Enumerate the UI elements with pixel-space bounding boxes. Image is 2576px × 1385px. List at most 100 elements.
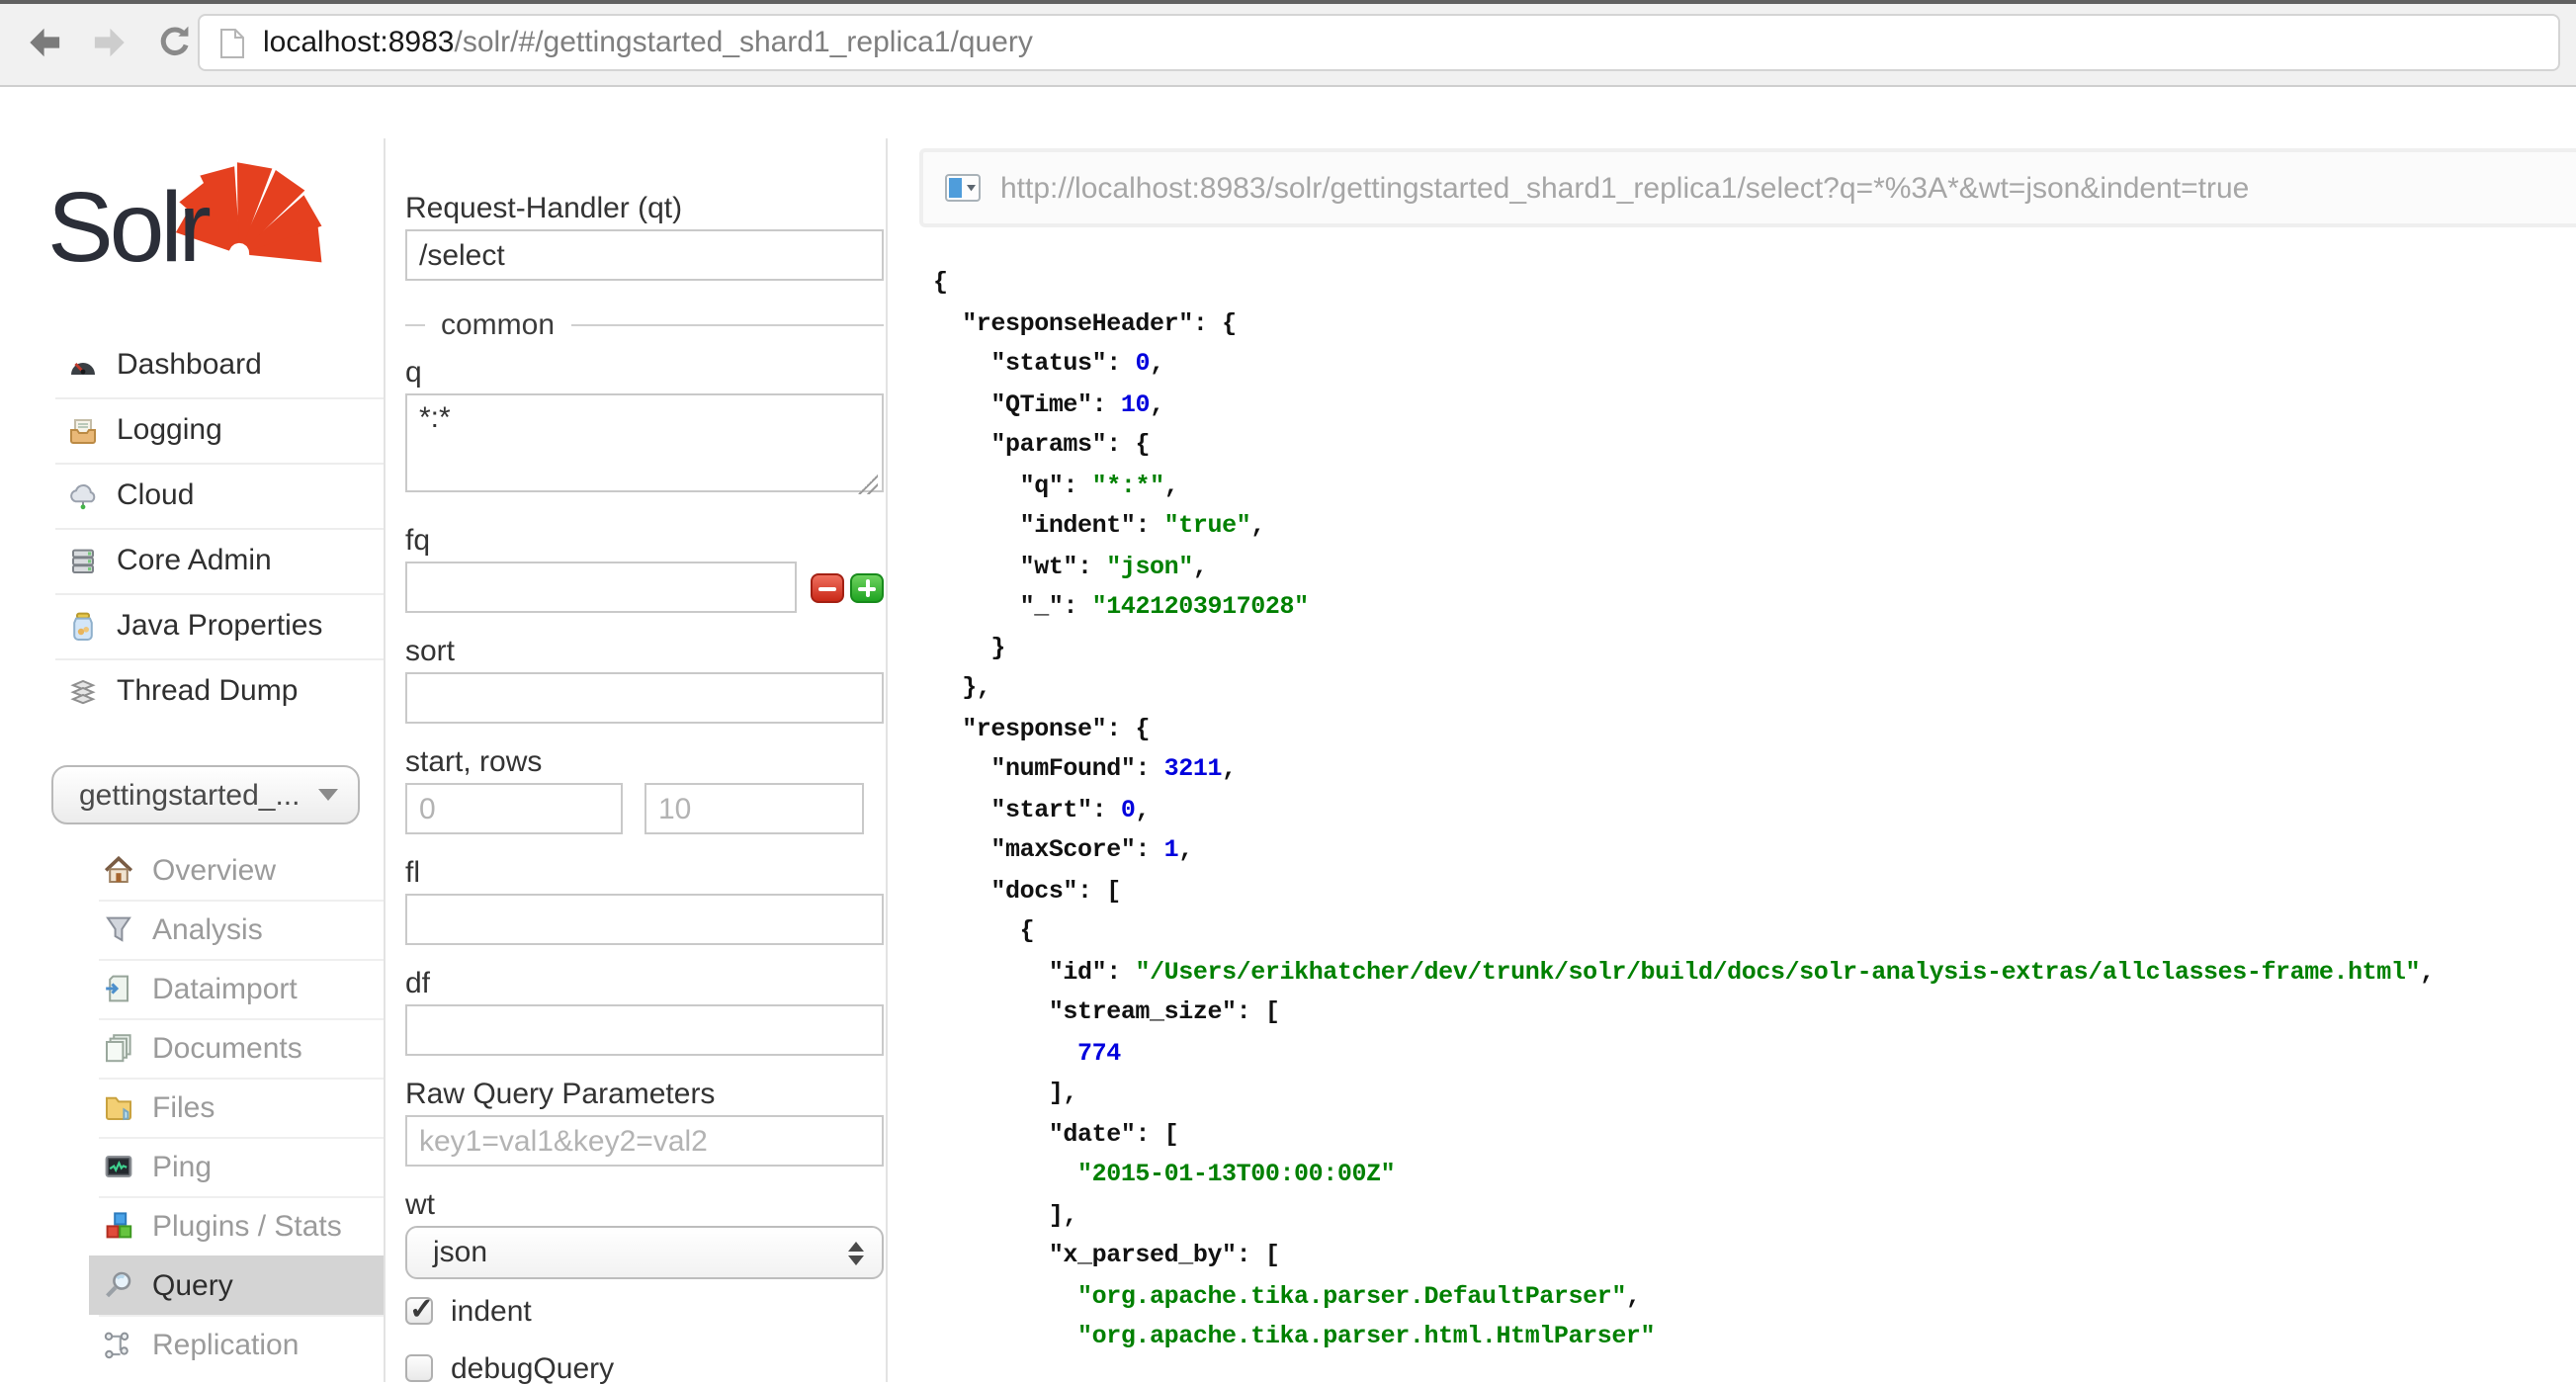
add-fq-button[interactable] bbox=[850, 572, 884, 602]
df-label: df bbox=[405, 967, 884, 998]
start-input[interactable] bbox=[405, 783, 623, 834]
sidebar-item-plugins-stats[interactable]: Plugins / Stats bbox=[0, 1196, 384, 1255]
indent-checkbox[interactable] bbox=[405, 1297, 433, 1325]
solr-admin-window: localhost:8983/solr/#/gettingstarted_sha… bbox=[0, 0, 2576, 1382]
sidebar-item-documents[interactable]: Documents bbox=[0, 1018, 384, 1078]
java-properties-icon bbox=[67, 610, 99, 642]
fq-input[interactable] bbox=[405, 562, 797, 613]
sidebar-item-label: Dashboard bbox=[117, 348, 262, 382]
sidebar: Solr Dashboard Logging Cloud Core Admin Java… bbox=[0, 87, 384, 1382]
sidebar-item-label: Overview bbox=[152, 853, 276, 887]
sidebar-item-cloud[interactable]: Cloud bbox=[0, 463, 384, 528]
sidebar-item-label: Ping bbox=[152, 1150, 212, 1183]
core-selector-dropdown[interactable]: gettingstarted_... bbox=[51, 765, 360, 824]
json-line: "docs": [ bbox=[933, 871, 2576, 911]
core-selector-value: gettingstarted_... bbox=[79, 778, 318, 812]
common-section-legend: common bbox=[405, 308, 884, 340]
indent-label: indent bbox=[451, 1294, 532, 1328]
raw-query-parameters-label: Raw Query Parameters bbox=[405, 1078, 884, 1109]
json-line: "2015-01-13T00:00:00Z" bbox=[933, 1155, 2576, 1195]
q-input[interactable]: *:* bbox=[405, 393, 884, 492]
browser-reload-icon[interactable] bbox=[154, 22, 196, 63]
sidebar-item-query[interactable]: Query bbox=[89, 1255, 384, 1315]
browser-address-bar[interactable]: localhost:8983/solr/#/gettingstarted_sha… bbox=[198, 14, 2560, 71]
solr-logo[interactable]: Solr bbox=[47, 154, 344, 304]
wt-selected-value: json bbox=[433, 1236, 848, 1269]
ping-icon bbox=[103, 1151, 134, 1182]
fq-label: fq bbox=[405, 524, 884, 556]
request-url-icon bbox=[945, 174, 981, 202]
sidebar-item-java-properties[interactable]: Java Properties bbox=[0, 593, 384, 658]
core-admin-icon bbox=[67, 545, 99, 576]
json-line: "_": "1421203917028" bbox=[933, 587, 2576, 628]
files-icon bbox=[103, 1091, 134, 1123]
sidebar-item-thread-dump[interactable]: Thread Dump bbox=[0, 658, 384, 724]
cloud-icon bbox=[67, 479, 99, 511]
json-line: { bbox=[933, 911, 2576, 952]
json-line: "QTime": 10, bbox=[933, 385, 2576, 425]
sidebar-item-label: Analysis bbox=[152, 912, 263, 946]
json-line: 774 bbox=[933, 1033, 2576, 1074]
select-spinner-icon bbox=[848, 1241, 864, 1264]
sort-input[interactable] bbox=[405, 672, 884, 724]
request-url-bar[interactable]: http://localhost:8983/solr/gettingstarte… bbox=[919, 148, 2576, 227]
debug-query-checkbox[interactable] bbox=[405, 1354, 433, 1382]
sidebar-item-label: Logging bbox=[117, 413, 222, 447]
request-url-link[interactable]: http://localhost:8983/solr/gettingstarte… bbox=[1000, 171, 2249, 205]
raw-query-parameters-input[interactable] bbox=[405, 1115, 884, 1167]
sidebar-item-label: Plugins / Stats bbox=[152, 1209, 342, 1243]
browser-chrome: localhost:8983/solr/#/gettingstarted_sha… bbox=[0, 0, 2576, 87]
json-line: "org.apache.tika.parser.DefaultParser", bbox=[933, 1276, 2576, 1317]
replication-icon bbox=[103, 1329, 134, 1360]
request-handler-label: Request-Handler (qt) bbox=[405, 192, 884, 223]
sidebar-item-dataimport[interactable]: Dataimport bbox=[0, 959, 384, 1018]
json-line: "numFound": 3211, bbox=[933, 749, 2576, 790]
url-path: /solr/#/gettingstarted_shard1_replica1/q… bbox=[455, 26, 1033, 59]
json-line: } bbox=[933, 628, 2576, 668]
url-host: localhost:8983 bbox=[263, 26, 455, 59]
sidebar-item-overview[interactable]: Overview bbox=[0, 840, 384, 900]
core-nav: Overview Analysis Dataimport Documents Files… bbox=[0, 840, 384, 1374]
dashboard-icon bbox=[67, 349, 99, 381]
fl-input[interactable] bbox=[405, 894, 884, 945]
json-line: ], bbox=[933, 1195, 2576, 1236]
sidebar-item-label: Query bbox=[152, 1268, 233, 1302]
sidebar-item-core-admin[interactable]: Core Admin bbox=[0, 528, 384, 593]
response-panel: http://localhost:8983/solr/gettingstarte… bbox=[888, 87, 2576, 1382]
wt-select[interactable]: json bbox=[405, 1226, 884, 1279]
json-line: { bbox=[933, 263, 2576, 303]
json-line: "wt": "json", bbox=[933, 547, 2576, 587]
sidebar-item-replication[interactable]: Replication bbox=[0, 1315, 384, 1374]
page-icon bbox=[219, 27, 245, 58]
json-line: "id": "/Users/erikhatcher/dev/trunk/solr… bbox=[933, 952, 2576, 993]
json-line: "status": 0, bbox=[933, 344, 2576, 385]
sidebar-item-dashboard[interactable]: Dashboard bbox=[0, 332, 384, 397]
dataimport-icon bbox=[103, 973, 134, 1004]
sidebar-item-label: Dataimport bbox=[152, 972, 298, 1005]
browser-back-icon[interactable] bbox=[24, 22, 65, 63]
query-icon bbox=[103, 1269, 134, 1301]
sidebar-item-analysis[interactable]: Analysis bbox=[0, 900, 384, 959]
sidebar-item-label: Documents bbox=[152, 1031, 302, 1065]
overview-icon bbox=[103, 854, 134, 886]
start-rows-label: start, rows bbox=[405, 745, 884, 777]
query-form: Request-Handler (qt) common q *:* fq bbox=[384, 87, 886, 1382]
json-line: "x_parsed_by": [ bbox=[933, 1236, 2576, 1276]
sidebar-item-label: Core Admin bbox=[117, 544, 272, 577]
request-handler-input[interactable] bbox=[405, 229, 884, 281]
browser-forward-icon[interactable] bbox=[89, 22, 130, 63]
sidebar-item-files[interactable]: Files bbox=[0, 1078, 384, 1137]
chevron-down-icon bbox=[318, 789, 338, 801]
json-line: "org.apache.tika.parser.html.HtmlParser" bbox=[933, 1317, 2576, 1357]
json-line: "start": 0, bbox=[933, 790, 2576, 830]
main-nav: Dashboard Logging Cloud Core Admin Java Prop… bbox=[0, 332, 384, 724]
df-input[interactable] bbox=[405, 1004, 884, 1056]
remove-fq-button[interactable] bbox=[811, 572, 844, 602]
json-line: "responseHeader": { bbox=[933, 303, 2576, 344]
sort-label: sort bbox=[405, 635, 884, 666]
solr-admin-page: Solr Dashboard Logging Cloud Core Admin Java… bbox=[0, 87, 2576, 1382]
sidebar-item-logging[interactable]: Logging bbox=[0, 397, 384, 463]
sidebar-item-ping[interactable]: Ping bbox=[0, 1137, 384, 1196]
json-line: "response": { bbox=[933, 709, 2576, 749]
rows-input[interactable] bbox=[644, 783, 864, 834]
